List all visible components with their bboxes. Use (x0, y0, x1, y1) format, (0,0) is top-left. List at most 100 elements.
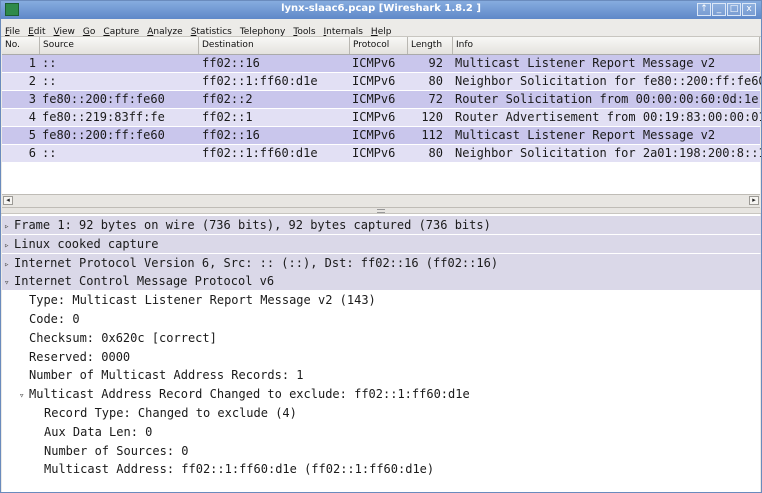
menu-label: Telephony (239, 27, 286, 37)
window-title: lynx-slaac6.pcap [Wireshark 1.8.2 ] (281, 3, 481, 14)
packet-destination-cell: ff02::16 (202, 128, 260, 142)
menu-label: dit (33, 27, 46, 37)
scroll-left-arrow-icon[interactable]: ◂ (3, 196, 13, 205)
menu-accelerator-letter: G (82, 27, 90, 37)
column-header-destination[interactable]: Destination (199, 37, 350, 54)
packet-info-cell: Multicast Listener Report Message v2 (455, 56, 716, 70)
packet-no-cell: 4 (28, 110, 36, 124)
menu-capture[interactable]: Capture (99, 24, 143, 37)
packet-length-cell: 120 (421, 110, 443, 124)
packet-source-cell: fe80::219:83ff:fe (42, 110, 165, 124)
packet-length-cell: 92 (428, 56, 443, 70)
detail-tree-row[interactable]: Code: 0 (2, 310, 761, 328)
menu-accelerator-letter: H (370, 27, 378, 37)
collapsed-triangle-icon[interactable]: ▹ (4, 218, 14, 236)
detail-text: Internet Control Message Protocol v6 (14, 274, 275, 289)
packet-info-cell: Router Solicitation from 00:00:00:60:0d:… (455, 92, 759, 106)
packet-row[interactable]: 3 fe80::200:ff:fe60 ff02::2 ICMPv6 72 Router … (2, 91, 760, 108)
column-header-length[interactable]: Length (408, 37, 453, 54)
packet-list: No. Source Destination Protocol Length Info 1… (2, 37, 762, 207)
close-button[interactable]: x (742, 3, 756, 16)
menu-analyze[interactable]: Analyze (143, 24, 186, 37)
packet-list-horizontal-scrollbar[interactable]: ◂ ▸ (2, 194, 760, 208)
menu-edit[interactable]: Edit (24, 24, 49, 37)
packet-details-tree: ▹ Frame 1: 92 bytes on wire (736 bits), 9… (2, 214, 761, 492)
detail-text: Multicast Address: ff02::1:ff60:d1e (ff0… (44, 462, 435, 477)
detail-tree-row[interactable]: Checksum: 0x620c [correct] (2, 329, 761, 347)
detail-tree-row[interactable]: Record Type: Changed to exclude (4) (2, 404, 761, 422)
packet-row[interactable]: 6:: ff02::1:ff60:d1e ICMPv6 80 Neighbor Soli… (2, 145, 762, 162)
title-bar[interactable]: lynx-slaac6.pcap [Wireshark 1.8.2 ] ↑ _ … (1, 1, 761, 19)
detail-text: Internet Protocol Version 6, Src: :: (::… (14, 255, 499, 270)
menu-label: nalyze (153, 27, 183, 37)
packet-destination-cell: ff02::1:ff60:d1e (202, 74, 318, 88)
menu-label: elp (377, 27, 392, 37)
menu-telephony[interactable]: Telephony (236, 24, 290, 37)
detail-tree-row[interactable]: ▿ Multicast Address Record Changed to exc… (2, 385, 761, 405)
packet-info-cell: Neighbor Solicitation for 2a01:198:200:8… (455, 146, 762, 160)
packet-row[interactable]: 4 fe80::219:83ff:fe ff02::1 ICMPv6 120 Router… (2, 109, 762, 126)
always-on-top-button[interactable]: ↑ (697, 3, 711, 16)
menu-internals[interactable]: Internals (320, 24, 367, 37)
expanded-triangle-icon[interactable]: ▿ (19, 387, 29, 405)
menu-label: ools (297, 27, 316, 37)
detail-text: Aux Data Len: 0 (44, 424, 153, 439)
detail-tree-row[interactable]: Number of Sources: 0 (2, 442, 761, 460)
maximize-button[interactable]: □ (727, 3, 741, 16)
expanded-triangle-icon[interactable]: ▿ (4, 274, 14, 292)
packet-row[interactable]: 2:: ff02::1:ff60:d1e ICMPv6 80 Neighbor Soli… (2, 73, 762, 90)
menu-bar: File Edit View Go Capture Analyze Statistics Te… (1, 19, 761, 37)
menu-go[interactable]: Go (79, 24, 100, 37)
menu-label: tatistics (196, 27, 232, 37)
detail-tree-row[interactable]: Type: Multicast Listener Report Message … (2, 291, 761, 309)
packet-info-cell: Multicast Listener Report Message v2 (455, 128, 716, 142)
menu-label: o (89, 27, 96, 37)
menu-label: iew (59, 27, 75, 37)
column-header-source[interactable]: Source (40, 37, 199, 54)
detail-tree-row[interactable]: ▹ Linux cooked capture (2, 234, 761, 255)
detail-text: Record Type: Changed to exclude (4) (44, 406, 297, 420)
packet-row[interactable]: 5 fe80::200:ff:fe60 ff02::16 ICMPv6 112 Multi… (2, 127, 760, 144)
minimize-button[interactable]: _ (712, 3, 726, 16)
pane-divider-grip-icon[interactable] (377, 209, 385, 213)
column-header-protocol[interactable]: Protocol (350, 37, 408, 54)
packet-source-cell: fe80::200:ff:fe60 (42, 92, 165, 106)
detail-tree-row[interactable]: ▹ Internet Protocol Version 6, Src: :: (:… (2, 253, 761, 274)
wireshark-window: lynx-slaac6.pcap [Wireshark 1.8.2 ] ↑ _ … (0, 0, 762, 493)
detail-tree-row[interactable]: Reserved: 0000 (2, 348, 761, 366)
detail-tree-row[interactable]: Number of Multicast Address Records: 1 (2, 366, 761, 384)
menu-tools[interactable]: Tools (289, 24, 319, 37)
packet-row[interactable]: 1:: ff02::16 ICMPv6 92 Multicast Listener Re… (2, 55, 760, 72)
detail-tree-row[interactable]: ▹ Frame 1: 92 bytes on wire (736 bits), 9… (2, 216, 761, 236)
column-header-info[interactable]: Info (453, 37, 760, 54)
menu-statistics[interactable]: Statistics (187, 24, 236, 37)
collapsed-triangle-icon[interactable]: ▹ (4, 237, 14, 255)
menu-label: apture (109, 27, 140, 37)
column-header-no[interactable]: No. (2, 37, 40, 54)
detail-tree-row[interactable]: Multicast Address: ff02::1:ff60:d1e (ff0… (2, 460, 761, 478)
packet-source-cell: :: (42, 74, 57, 88)
detail-text: Multicast Address Record Changed to excl… (29, 387, 470, 402)
detail-tree-row[interactable]: ▿ Internet Control Message Protocol v6 (2, 272, 761, 292)
packet-length-cell: 72 (428, 92, 443, 106)
detail-text: Code: 0 (29, 312, 80, 326)
packet-length-cell: 80 (428, 74, 443, 88)
menu-view[interactable]: View (50, 24, 79, 37)
menu-label: ile (9, 27, 21, 37)
packet-source-cell: :: (42, 56, 57, 70)
detail-text: Frame 1: 92 bytes on wire (736 bits), 92… (14, 218, 491, 232)
packet-no-cell: 2 (28, 74, 36, 88)
packet-destination-cell: ff02::1 (202, 110, 253, 124)
packet-info-cell: Neighbor Solicitation for fe80::200:ff:f… (455, 74, 762, 88)
packet-info-cell: Router Advertisement from 00:19:83:00:00… (455, 110, 762, 124)
detail-tree-row[interactable]: Aux Data Len: 0 (2, 423, 761, 441)
collapsed-triangle-icon[interactable]: ▹ (4, 256, 14, 274)
detail-text: Type: Multicast Listener Report Message … (29, 293, 376, 308)
detail-text: Linux cooked capture (14, 236, 159, 251)
packet-source-cell: fe80::200:ff:fe60 (42, 128, 165, 142)
packet-destination-cell: ff02::16 (202, 56, 260, 70)
scroll-right-arrow-icon[interactable]: ▸ (749, 196, 759, 205)
menu-help[interactable]: Help (367, 24, 396, 37)
menu-file[interactable]: File (1, 24, 24, 37)
packet-no-cell: 6 (28, 146, 36, 160)
